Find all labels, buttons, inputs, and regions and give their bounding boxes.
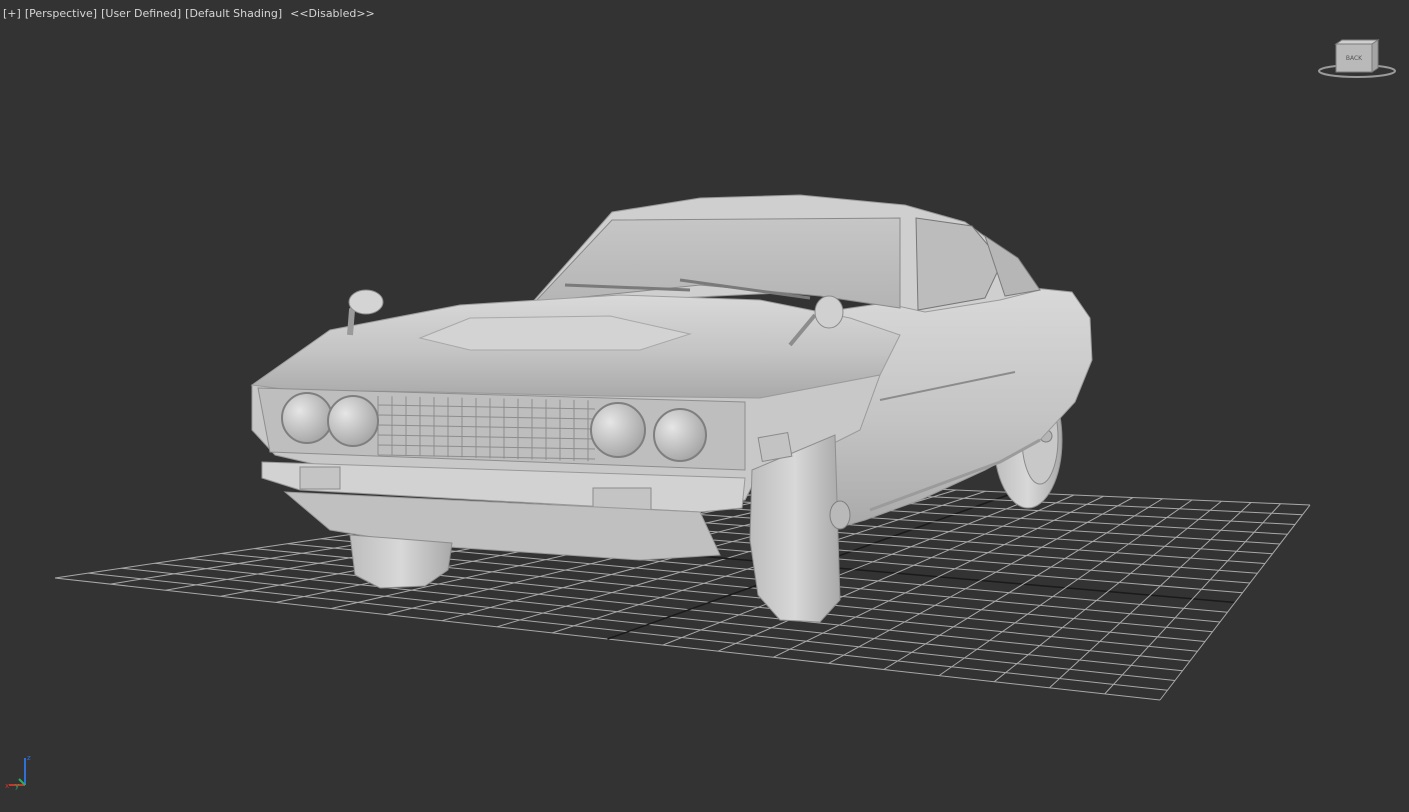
viewcube[interactable]: BACK — [1316, 38, 1398, 82]
axis-tripod: z x y — [5, 754, 31, 790]
x-axis-label: x — [5, 782, 9, 790]
z-axis-label: z — [27, 754, 31, 762]
front-left-wheel — [349, 534, 453, 589]
viewcube-face-label: BACK — [1346, 55, 1363, 62]
car-model[interactable] — [250, 194, 1093, 623]
scene-canvas[interactable] — [0, 0, 1409, 812]
grid-line — [1104, 503, 1281, 695]
grid-line — [1049, 502, 1252, 689]
perspective-viewport[interactable]: [+] [Perspective] [User Defined] [Defaul… — [0, 0, 1409, 812]
y-axis-label: y — [15, 782, 19, 790]
grid-line — [1159, 504, 1311, 701]
